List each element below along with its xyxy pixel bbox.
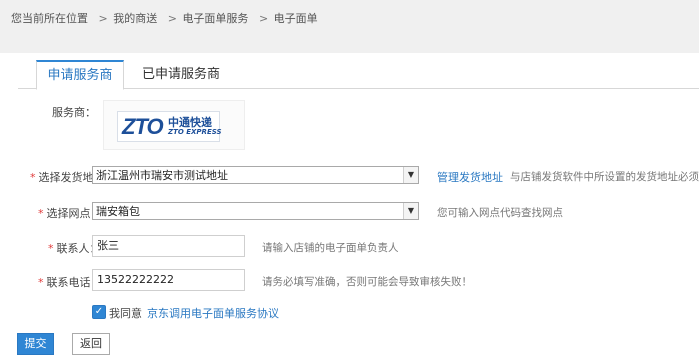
branch-select-value: 瑞安箱包 (96, 205, 140, 218)
provider-label: 服务商： (52, 106, 96, 119)
breadcrumb-item-waybill-service[interactable]: 电子面单服务 (182, 12, 248, 25)
breadcrumb-item-waybill[interactable]: 电子面单 (274, 12, 318, 25)
breadcrumb-separator: > (98, 12, 108, 25)
zto-logo: ZTO 中通快递 ZTO EXPRESS (117, 111, 222, 142)
branch-select[interactable]: 瑞安箱包 ▼ (92, 202, 419, 220)
breadcrumb-current-location: 您当前所在位置 (11, 12, 88, 25)
logo-english-name: ZTO EXPRESS (168, 128, 222, 136)
dropdown-arrow-icon: ▼ (403, 203, 418, 219)
branch-hint: 您可输入网点代码查找网点 (437, 207, 563, 219)
breadcrumb-separator: > (258, 12, 269, 25)
manage-address-link[interactable]: 管理发货地址 (437, 169, 503, 185)
breadcrumb: 您当前所在位置 > 我的商送 > 电子面单服务 > 电子面单 (11, 10, 320, 26)
address-select-value: 浙江温州市瑞安市测试地址 (96, 169, 228, 182)
phone-hint: 请务必填写准确，否则可能会导致审核失败！ (262, 276, 472, 288)
contact-hint: 请输入店铺的电子面单负责人 (262, 242, 399, 254)
back-button[interactable]: 返回 (72, 333, 110, 355)
submit-button[interactable]: 提交 (17, 333, 54, 355)
address-select[interactable]: 浙江温州市瑞安市测试地址 ▼ (92, 166, 419, 184)
agreement-link[interactable]: 京东调用电子面单服务协议 (147, 305, 279, 321)
tab-applied-providers[interactable]: 已申请服务商 (142, 61, 220, 88)
logo-mark: ZTO (122, 114, 164, 139)
required-mark: * (48, 242, 54, 255)
contact-input[interactable]: 张三 (92, 235, 245, 257)
tab-apply-provider[interactable]: 申请服务商 (36, 60, 124, 90)
breadcrumb-separator: > (167, 12, 177, 25)
required-mark: * (38, 276, 44, 289)
dropdown-arrow-icon: ▼ (403, 167, 418, 183)
checkmark-icon: ✓ (94, 306, 104, 317)
breadcrumb-item-my-shop[interactable]: 我的商送 (113, 12, 157, 25)
address-hint: 与店铺发货软件中所设置的发货地址必须一样 (510, 171, 699, 183)
tab-bar: 申请服务商 已申请服务商 (18, 60, 699, 90)
required-mark: * (30, 171, 36, 184)
phone-input[interactable]: 13522222222 (92, 269, 245, 291)
required-mark: * (38, 207, 44, 220)
top-bar: 您当前所在位置 > 我的商送 > 电子面单服务 > 电子面单 (0, 0, 699, 53)
agree-label: 我同意 (109, 307, 142, 320)
provider-logo-box[interactable]: ZTO 中通快递 ZTO EXPRESS (103, 100, 245, 150)
agree-checkbox[interactable]: ✓ (92, 305, 106, 319)
